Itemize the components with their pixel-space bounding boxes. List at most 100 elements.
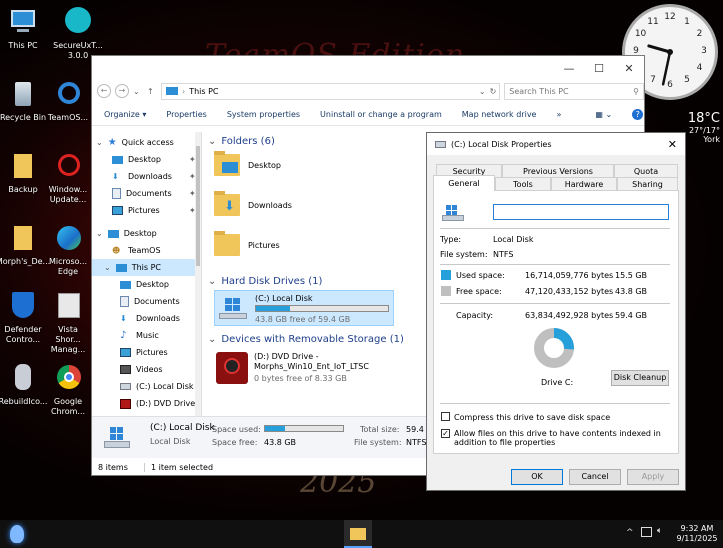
nav-pc-music[interactable]: ♪ Music xyxy=(92,327,201,344)
computer-icon xyxy=(115,263,127,272)
compress-checkbox[interactable] xyxy=(441,412,450,421)
tab-tools[interactable]: Tools xyxy=(495,177,551,190)
nav-label: Pictures xyxy=(128,206,160,215)
drive-icon xyxy=(120,383,131,390)
forward-icon[interactable]: → xyxy=(115,84,129,98)
ok-button[interactable]: OK xyxy=(511,469,563,485)
uninstall-program-button[interactable]: Uninstall or change a program xyxy=(320,110,442,119)
computer-icon xyxy=(7,6,39,38)
taskbar-clock[interactable]: 9:32 AM 9/11/2025 xyxy=(674,524,720,544)
nav-scrollbar[interactable] xyxy=(195,132,201,431)
explorer-titlebar[interactable]: — ☐ ✕ xyxy=(92,56,644,80)
help-icon[interactable]: ? xyxy=(632,109,644,120)
nav-this-pc[interactable]: ⌄ This PC xyxy=(92,259,201,276)
tab-quota[interactable]: Quota xyxy=(614,164,678,177)
removable-header[interactable]: ⌄ Devices with Removable Storage (1) xyxy=(208,330,404,348)
nav-quick-desktop[interactable]: Desktop ✦ xyxy=(92,151,201,168)
pictures-icon xyxy=(120,348,131,357)
disk-cleanup-button[interactable]: Disk Cleanup xyxy=(611,370,669,386)
desktop-icon-label: This PC xyxy=(8,41,38,50)
recent-dropdown-icon[interactable]: ⌄ xyxy=(133,87,143,96)
map-network-drive-button[interactable]: Map network drive xyxy=(462,110,537,119)
organize-button[interactable]: Organize ▾ xyxy=(104,110,146,119)
desktop-icon-label: Recycle Bin xyxy=(0,113,47,122)
dialog-titlebar[interactable]: (C:) Local Disk Properties ✕ xyxy=(427,133,685,155)
volume-muted-icon[interactable]: 🔈︎ xyxy=(657,526,662,536)
dialog-close-button[interactable]: ✕ xyxy=(668,138,685,151)
back-icon[interactable]: ← xyxy=(97,84,111,98)
properties-button[interactable]: Properties xyxy=(166,110,206,119)
command-bar: Organize ▾ Properties System properties … xyxy=(92,104,644,126)
folder-downloads[interactable]: ⬇ Downloads xyxy=(214,191,292,216)
nav-pc-documents[interactable]: Documents xyxy=(92,293,201,310)
system-properties-button[interactable]: System properties xyxy=(227,110,300,119)
drive-label-input[interactable] xyxy=(493,204,669,220)
download-icon: ⬇ xyxy=(120,314,127,323)
drive-d-tile[interactable]: (D:) DVD Drive - Morphs_Win10_Ent_IoT_LT… xyxy=(214,350,404,386)
nav-label: Desktop xyxy=(128,155,161,164)
nav-quick-access[interactable]: ⌄ ★ Quick access xyxy=(92,134,201,151)
nav-quick-documents[interactable]: Documents ✦ xyxy=(92,185,201,202)
maximize-button[interactable]: ☐ xyxy=(584,62,614,75)
pictures-icon xyxy=(112,206,123,215)
nav-teamos[interactable]: ☻ TeamOS xyxy=(92,242,201,259)
tab-hardware[interactable]: Hardware xyxy=(551,177,617,190)
apply-button[interactable]: Apply xyxy=(627,469,679,485)
drive-name: (D:) DVD Drive - Morphs_Win10_Ent_IoT_LT… xyxy=(254,352,369,371)
hdd-header[interactable]: ⌄ Hard Disk Drives (1) xyxy=(208,272,322,290)
nav-quick-pictures[interactable]: Pictures ✦ xyxy=(92,202,201,219)
nav-label: This PC xyxy=(131,263,162,272)
search-input[interactable]: Search This PC ⚲ xyxy=(504,82,644,100)
section-title: Folders (6) xyxy=(221,135,275,147)
start-button[interactable] xyxy=(5,522,29,546)
folder-desktop[interactable]: Desktop xyxy=(214,151,281,176)
separator xyxy=(440,303,670,304)
tab-general[interactable]: General xyxy=(433,175,495,191)
desktop-icon-windows-update[interactable]: Window... Update... xyxy=(46,150,90,205)
nav-quick-downloads[interactable]: ⬇ Downloads ✦ xyxy=(92,168,201,185)
cancel-button[interactable]: Cancel xyxy=(569,469,621,485)
address-dropdown-icon[interactable]: ⌄ xyxy=(479,87,486,96)
desktop-icon-secureux[interactable]: SecureUxT... 3.0.0 xyxy=(46,6,110,61)
status-selected: 1 item selected xyxy=(144,462,213,472)
details-label: Space used: xyxy=(212,425,261,434)
nav-desktop[interactable]: ⌄ Desktop xyxy=(92,225,201,242)
more-commands-button[interactable]: » xyxy=(556,110,561,119)
view-options-icon[interactable]: ▦ ⌄ xyxy=(595,110,612,119)
desktop-icon-label: Window... Update... xyxy=(48,185,88,204)
nav-label: Downloads xyxy=(128,172,172,181)
tray-overflow-icon[interactable]: ^ xyxy=(626,528,634,538)
drive-c-tile[interactable]: (C:) Local Disk 43.8 GB free of 59.4 GB xyxy=(214,290,394,326)
shield-icon xyxy=(7,290,39,322)
folders-header[interactable]: ⌄ Folders (6) xyxy=(208,132,275,150)
refresh-icon[interactable]: ↻ xyxy=(490,87,500,96)
pen-tool-icon xyxy=(62,6,94,38)
used-gb: 15.5 GB xyxy=(615,271,648,280)
desktop-icon-teamos[interactable]: TeamOS... xyxy=(46,78,90,123)
close-button[interactable]: ✕ xyxy=(614,62,644,75)
properties-dialog[interactable]: (C:) Local Disk Properties ✕ Security Pr… xyxy=(426,132,686,491)
nav-pc-local-disk[interactable]: (C:) Local Disk xyxy=(92,378,201,395)
tab-previous-versions[interactable]: Previous Versions xyxy=(502,164,614,177)
folder-pictures[interactable]: Pictures xyxy=(214,231,280,256)
desktop-icon-chrome[interactable]: Google Chrom... xyxy=(46,362,90,417)
desktop-icon-label: Defender Contro... xyxy=(4,325,42,344)
desktop-icon-edge[interactable]: Microso... Edge xyxy=(46,222,90,277)
desktop-icon-vista-shortcut[interactable]: Vista Shor... Manag... xyxy=(46,290,90,355)
up-icon[interactable]: ↑ xyxy=(147,87,157,96)
nav-pc-desktop[interactable]: Desktop xyxy=(92,276,201,293)
navigation-pane[interactable]: ⌄ ★ Quick access Desktop ✦ ⬇ Downloads ✦ Do… xyxy=(92,132,202,431)
minimize-button[interactable]: — xyxy=(554,62,584,75)
nav-pc-downloads[interactable]: ⬇ Downloads xyxy=(92,310,201,327)
index-checkbox[interactable]: ✓ xyxy=(441,429,450,438)
nav-pc-videos[interactable]: Videos xyxy=(92,361,201,378)
network-icon[interactable] xyxy=(641,527,652,537)
nav-pc-pictures[interactable]: Pictures xyxy=(92,344,201,361)
nav-pc-dvd[interactable]: (D:) DVD Drive ... xyxy=(92,395,201,412)
capacity-label: Capacity: xyxy=(456,311,494,320)
ie-icon xyxy=(52,78,84,110)
windows-drive-icon xyxy=(104,427,130,449)
taskbar-explorer-button[interactable] xyxy=(344,520,372,548)
address-bar[interactable]: › This PC ⌄ ↻ xyxy=(161,82,501,100)
tab-sharing[interactable]: Sharing xyxy=(617,177,678,190)
